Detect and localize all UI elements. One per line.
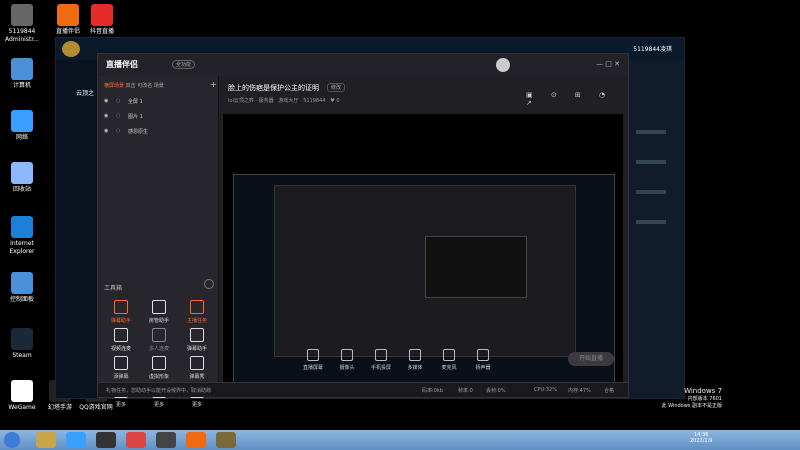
- livestream-app-icon: [57, 4, 79, 26]
- lol-logo-icon: [62, 41, 80, 57]
- status-fps: 帧率:0: [458, 388, 473, 394]
- desktop-app-icon: [11, 272, 33, 294]
- lol-taskbar-icon[interactable]: [216, 432, 236, 448]
- livestream-app-window[interactable]: 直播伴侣 全功能 — □ ✕ 横屏场景 双击 可改名 场景 + ◉ ◌ 全屏 1 ◉ ◌…: [97, 53, 629, 408]
- tool-icon: [190, 328, 204, 342]
- lock-icon[interactable]: ◌: [116, 128, 120, 134]
- desktop-app-icon: [11, 110, 33, 132]
- tool-4[interactable]: 多人连麦: [144, 328, 174, 358]
- tool-icon: [152, 356, 166, 370]
- eye-icon[interactable]: ◉: [104, 128, 108, 134]
- start-button[interactable]: [4, 432, 20, 448]
- desktop: 5119844 Administr... 计算机网络回收站 Internet Exp…: [0, 0, 800, 430]
- collapse-icon[interactable]: [204, 279, 214, 289]
- desktop-app-icon: [11, 328, 33, 350]
- tool-icon: [114, 328, 128, 342]
- bottom-tool-icon: [375, 349, 387, 361]
- desktop-icon-4[interactable]: Internet Explorer: [0, 216, 44, 256]
- add-source-icon[interactable]: +: [210, 80, 217, 89]
- start-stream-button[interactable]: 开始直播: [568, 352, 614, 366]
- avatar[interactable]: [496, 58, 510, 72]
- tool-icon: [152, 300, 166, 314]
- app-title-bar: 直播伴侣 全功能 — □ ✕: [98, 54, 628, 76]
- bottom-tool-icon: [443, 349, 455, 361]
- game-username: 5119844凌琪: [633, 46, 672, 53]
- status-bitrate: 码率:0kb: [422, 388, 443, 394]
- game-friends-panel: [626, 60, 684, 398]
- tool-1[interactable]: 房管助手: [144, 300, 174, 330]
- scene-tabs[interactable]: 横屏场景 双击 可改名 场景: [104, 82, 164, 89]
- bottom-tool-3[interactable]: 多媒体: [400, 349, 430, 371]
- desktop-icon-6[interactable]: Steam: [0, 328, 44, 360]
- status-notice: 礼物任务，您助动手以能开设候界中，取消助跨: [106, 388, 212, 394]
- bottom-tool-2[interactable]: 手机投屏: [366, 349, 396, 371]
- game-sidebar: 云顶之: [56, 60, 98, 398]
- tool-2[interactable]: 主播任务: [182, 300, 212, 330]
- desktop-icon-3[interactable]: 回收站: [0, 162, 44, 194]
- desktop-icon-1[interactable]: 计算机: [0, 58, 44, 90]
- tool-icon: [190, 300, 204, 314]
- clock[interactable]: 14:36 2022/1/9: [690, 432, 712, 444]
- bottom-tool-1[interactable]: 摄像头: [332, 349, 362, 371]
- bottom-tool-5[interactable]: 扬声器: [468, 349, 498, 371]
- status-cpu: CPU:32%: [534, 387, 557, 393]
- status-loss: 丢帧:0%: [486, 388, 506, 394]
- bottom-tool-icon: [409, 349, 421, 361]
- netease-icon[interactable]: [126, 432, 146, 448]
- preview-nested-app: [274, 185, 576, 357]
- desktop-app-icon: [11, 162, 33, 184]
- desktop-icon-0[interactable]: 5119844 Administr...: [0, 4, 44, 44]
- stream-meta: lol云顶之弈 · 服务器 游戏大厅 5119844 ♥ 0: [228, 98, 340, 104]
- livestream-taskbar-icon[interactable]: [186, 432, 206, 448]
- tool-0[interactable]: 弹幕助手: [106, 300, 136, 330]
- douyin-icon: [91, 4, 113, 26]
- stream-title[interactable]: 脸上的伤疤是保护公主的证明: [228, 83, 319, 93]
- tool-icon: [152, 328, 166, 342]
- window-controls[interactable]: — □ ✕: [596, 60, 620, 68]
- bottom-tool-0[interactable]: 直播屏幕: [298, 349, 328, 371]
- app-tag: 全功能: [172, 60, 196, 69]
- source-item[interactable]: ◉ ◌ 图片 1: [98, 113, 218, 125]
- app-name: 直播伴侣: [106, 60, 138, 69]
- tool-5[interactable]: 弹幕助手: [182, 328, 212, 358]
- tool-icon: [114, 356, 128, 370]
- bottom-tool-icon: [341, 349, 353, 361]
- desktop-icon-2[interactable]: 网络: [0, 110, 44, 142]
- status-bar: 礼物任务，您助动手以能开设候界中，取消助跨 码率:0kb 帧率:0 丢帧:0% …: [98, 382, 628, 397]
- desktop-icon-5[interactable]: 控制面板: [0, 272, 44, 304]
- desktop-app-icon: [11, 58, 33, 80]
- scene-panel: 横屏场景 双击 可改名 场景 + ◉ ◌ 全屏 1 ◉ ◌ 图片 1 ◉ ◌ 感恩原生 工具箱 …: [98, 76, 219, 408]
- explorer-icon[interactable]: [36, 432, 56, 448]
- lock-icon[interactable]: ◌: [116, 113, 120, 119]
- bottom-tool-icon: [307, 349, 319, 361]
- bottom-tool-icon: [477, 349, 489, 361]
- taskbar: 14:36 2022/1/9: [0, 430, 800, 450]
- tool-icon: [114, 300, 128, 314]
- status-net: 合格: [604, 388, 615, 394]
- game-side-text: 云顶之: [76, 90, 95, 97]
- tool-3[interactable]: 视频连麦: [106, 328, 136, 358]
- eye-icon[interactable]: ◉: [104, 113, 108, 119]
- bottom-tool-4[interactable]: 麦克风: [434, 349, 464, 371]
- browser-icon[interactable]: [66, 432, 86, 448]
- source-item[interactable]: ◉ ◌ 感恩原生: [98, 128, 218, 140]
- toolbox-label: 工具箱: [104, 285, 123, 292]
- windows-watermark: Windows 7 内部版本 7601 此 Windows 副本不是正版: [661, 387, 723, 409]
- status-mem: 内存:47%: [568, 388, 591, 394]
- desktop-app-icon: [11, 216, 33, 238]
- tool-icon: [190, 356, 204, 370]
- desktop-icon-douyin[interactable]: 抖音直播: [80, 4, 124, 36]
- edit-title-button[interactable]: 修改: [327, 83, 346, 92]
- wegame-icon[interactable]: [96, 432, 116, 448]
- header-actions[interactable]: ▣ ⊙ ⊞ ◔ ↗: [526, 91, 628, 107]
- desktop-app-icon: [11, 380, 33, 402]
- qq-icon[interactable]: [156, 432, 176, 448]
- lock-icon[interactable]: ◌: [116, 98, 120, 104]
- source-item[interactable]: ◉ ◌ 全屏 1: [98, 98, 218, 110]
- desktop-app-icon: [11, 4, 33, 26]
- eye-icon[interactable]: ◉: [104, 98, 108, 104]
